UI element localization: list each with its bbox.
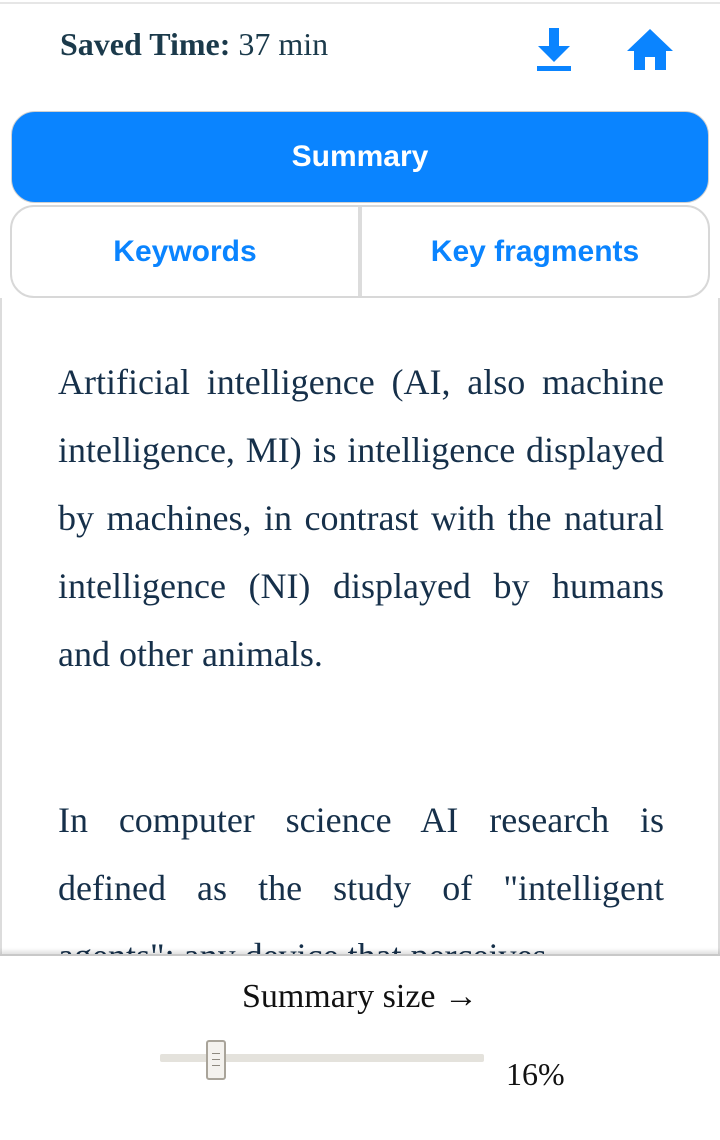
- saved-time-value: 37 min: [238, 26, 329, 62]
- summary-paragraph: In computer science AI research is defin…: [58, 800, 664, 956]
- secondary-tabs: Keywords Key fragments: [10, 205, 710, 298]
- saved-time-label: Saved Time:: [60, 26, 231, 62]
- download-icon[interactable]: [530, 26, 578, 74]
- home-icon[interactable]: [626, 26, 674, 74]
- tab-keywords[interactable]: Keywords: [12, 207, 358, 296]
- grip-line: [212, 1065, 220, 1066]
- summary-size-percent: 16%: [506, 1056, 565, 1092]
- summary-size-panel: Summary size → 16%: [0, 954, 720, 1140]
- tab-summary[interactable]: Summary: [11, 111, 709, 203]
- summary-size-label: Summary size →: [241, 978, 479, 1015]
- summary-paragraph: Artificial intelligence (AI, also machin…: [58, 362, 664, 674]
- summary-content[interactable]: Artificial intelligence (AI, also machin…: [0, 298, 720, 956]
- grip-line: [212, 1053, 220, 1054]
- saved-time: Saved Time: 37 min: [60, 26, 328, 63]
- summary-size-slider-thumb[interactable]: [206, 1040, 226, 1080]
- header: Saved Time: 37 min: [0, 4, 720, 100]
- tab-key-fragments[interactable]: Key fragments: [362, 207, 708, 296]
- grip-line: [212, 1059, 220, 1060]
